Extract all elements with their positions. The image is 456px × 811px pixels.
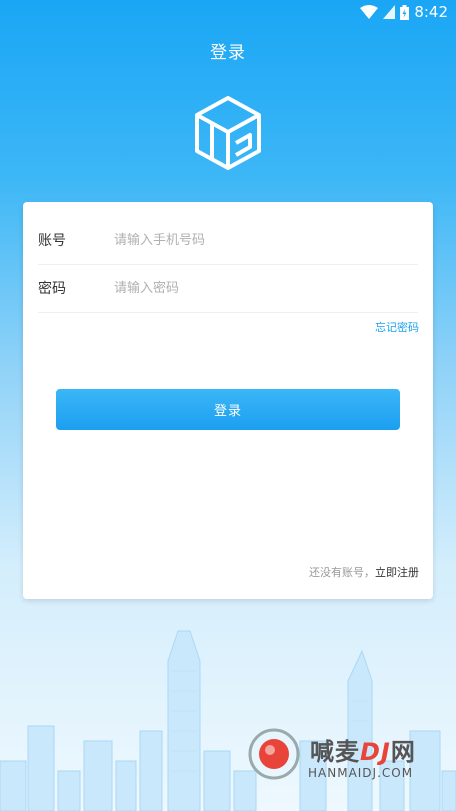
password-label: 密码	[38, 281, 66, 297]
wifi-icon	[360, 5, 379, 19]
battery-icon	[400, 4, 410, 20]
account-field: 账号	[38, 216, 418, 265]
status-bar: 8:42	[0, 0, 456, 24]
password-input[interactable]	[112, 272, 416, 304]
register-link[interactable]: 立即注册	[375, 566, 419, 579]
status-icons: 8:42	[360, 3, 448, 21]
register-prompt: 还没有账号，	[309, 566, 375, 579]
cube-logo-icon	[194, 95, 262, 171]
forgot-password-link[interactable]: 忘记密码	[375, 319, 419, 335]
watermark-logo-icon	[248, 728, 300, 780]
signal-icon	[383, 5, 396, 19]
watermark: 喊麦DJ网 HANMAIDJ.COM	[248, 728, 448, 788]
watermark-domain: HANMAIDJ.COM	[308, 766, 414, 780]
page-title: 登录	[210, 43, 246, 63]
register-row: 还没有账号，立即注册	[309, 564, 419, 580]
login-card: 账号 密码 忘记密码 登录 还没有账号，立即注册	[23, 202, 433, 599]
watermark-brand: 喊麦DJ网	[310, 738, 416, 766]
password-field: 密码	[38, 264, 418, 313]
status-time: 8:42	[414, 3, 448, 21]
account-input[interactable]	[112, 224, 416, 256]
account-label: 账号	[38, 233, 66, 249]
login-button[interactable]: 登录	[56, 389, 400, 430]
